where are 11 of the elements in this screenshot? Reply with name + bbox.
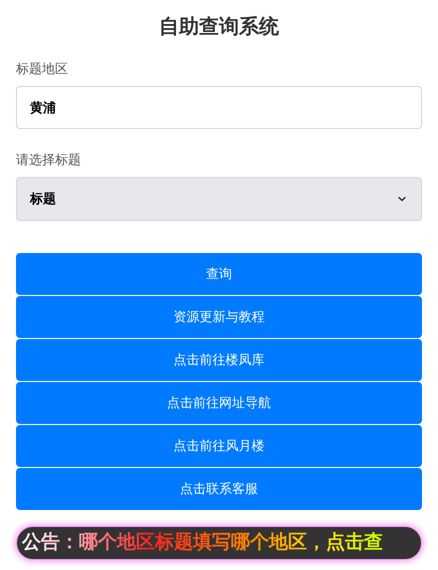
select-field[interactable]: 标题 (16, 177, 422, 221)
action-button[interactable]: 点击前往网址导航 (16, 382, 422, 424)
action-button[interactable]: 点击联系客服 (16, 468, 422, 510)
action-button[interactable]: 资源更新与教程 (16, 296, 422, 338)
page-title: 自助查询系统 (158, 14, 280, 40)
action-button[interactable]: 点击前往风月楼 (16, 425, 422, 467)
input-field[interactable]: 黄浦 (16, 86, 422, 129)
action-button[interactable]: 点击前往楼凤库 (16, 339, 422, 381)
action-button[interactable]: 查询 (16, 253, 422, 295)
field-label: 标题地区 (16, 60, 68, 78)
field-label: 请选择标题 (16, 151, 81, 169)
